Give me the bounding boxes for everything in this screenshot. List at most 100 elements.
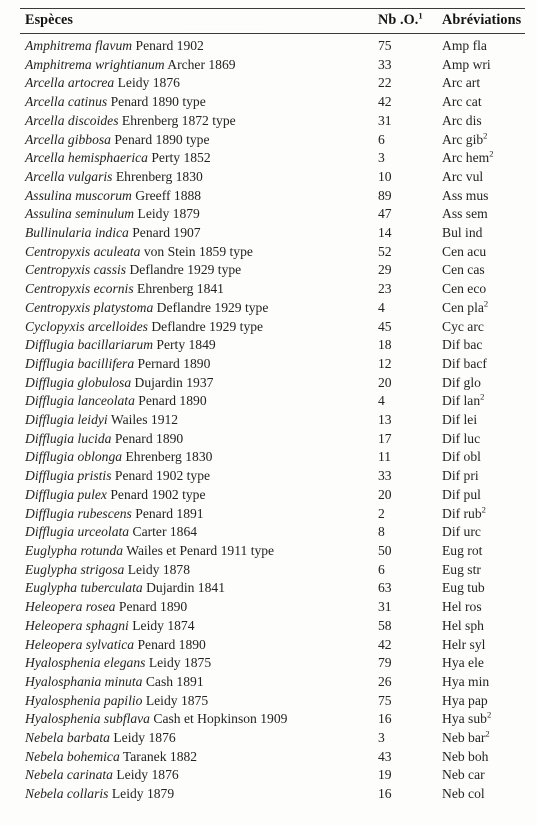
cell-count: 31: [378, 599, 392, 615]
cell-abbreviation: Amp wri: [437, 56, 525, 75]
cell-abbreviation: Hya pap: [437, 692, 525, 711]
cell-species: Hyalosphania minuta Cash 1891: [20, 673, 375, 692]
species-authority: Penard 1890: [137, 636, 206, 652]
species-binomial: Cyclopyxis arcelloides: [25, 318, 148, 334]
cell-count: 58: [378, 617, 392, 633]
table-row: Arcella catinus Penard 1890 type 42 Arc ca…: [20, 93, 525, 112]
cell-abbreviation: Arc hem2: [437, 149, 525, 168]
cell-count: 50: [378, 542, 392, 558]
abbreviation-label: Cen acu: [442, 243, 487, 259]
column-header-count: Nb .O.1: [375, 8, 437, 34]
table-row: Amphitrema flavum Penard 1902 75 Amp fla: [20, 34, 525, 56]
cell-species: Heleopera sylvatica Penard 1890: [20, 636, 375, 655]
table-row: Difflugia oblonga Ehrenberg 1830 11 Dif ob…: [20, 448, 525, 467]
species-authority: Leidy 1875: [148, 655, 212, 671]
document-page: Espèces Nb .O.1 Abréviations Amphitrema …: [0, 0, 537, 825]
cell-abbreviation: Hya sub2: [437, 710, 525, 729]
species-authority: Wailes 1912: [110, 412, 179, 428]
species-binomial: Euglypha strigosa: [25, 561, 125, 577]
cell-abbreviation: Bul ind: [437, 224, 525, 243]
cell-species: Difflugia rubescens Penard 1891: [20, 505, 375, 524]
cell-count: 13: [378, 412, 392, 428]
cell-species: Nebela barbata Leidy 1876: [20, 729, 375, 748]
species-authority: Penard 1902: [135, 38, 204, 53]
cell-count: 18: [378, 337, 392, 353]
species-authority: Ehrenberg 1872 type: [121, 112, 236, 128]
cell-abbreviation: Cen pla2: [437, 299, 525, 318]
species-binomial: Centropyxis ecornis: [25, 281, 134, 297]
cell-abbreviation: Cyc arc: [437, 318, 525, 337]
cell-abbreviation: Dif rub2: [437, 505, 525, 524]
species-authority: Pernard 1890: [137, 355, 211, 371]
cell-species: Heleopera rosea Penard 1890: [20, 598, 375, 617]
cell-species: Arcella vulgaris Ehrenberg 1830: [20, 168, 375, 187]
table-row: Euglypha rotunda Wailes et Penard 1911 t…: [20, 542, 525, 561]
species-authority: Deflandre 1929 type: [156, 299, 269, 315]
cell-count: 16: [378, 711, 392, 727]
table-row: Arcella discoides Ehrenberg 1872 type 31 A…: [20, 112, 525, 131]
cell-count: 22: [378, 75, 392, 91]
abbreviation-label: Cen pla: [442, 299, 484, 315]
cell-abbreviation: Hya ele: [437, 654, 525, 673]
table-row: Euglypha tuberculata Dujardin 1841 63 Eug …: [20, 579, 525, 598]
table-row: Hyalosphenia subflava Cash et Hopkinson …: [20, 710, 525, 729]
species-binomial: Heleopera rosea: [25, 599, 116, 615]
abbreviation-label: Neb boh: [442, 748, 489, 764]
cell-abbreviation: Neb car: [437, 766, 525, 785]
abbreviation-label: Hel sph: [442, 617, 484, 633]
cell-count: 4: [378, 393, 385, 409]
cell-species: Nebela collaris Leidy 1879: [20, 785, 375, 804]
cell-count: 6: [378, 561, 385, 577]
cell-species: Assulina muscorum Greeff 1888: [20, 187, 375, 206]
species-binomial: Arcella gibbosa: [25, 131, 111, 147]
abbreviation-label: Arc dis: [442, 112, 482, 128]
abbreviation-label: Dif luc: [442, 430, 481, 446]
cell-abbreviation: Arc gib2: [437, 131, 525, 150]
cell-species: Euglypha tuberculata Dujardin 1841: [20, 579, 375, 598]
table-row: Arcella artocrea Leidy 1876 22 Arc art: [20, 74, 525, 93]
species-binomial: Difflugia bacillifera: [25, 355, 135, 371]
abbreviation-label: Neb car: [442, 767, 485, 783]
abbreviation-label: Arc hem: [442, 150, 490, 166]
species-binomial: Difflugia globulosa: [25, 374, 132, 390]
cell-species: Heleopera sphagni Leidy 1874: [20, 617, 375, 636]
cell-species: Bullinularia indica Penard 1907: [20, 224, 375, 243]
cell-count: 52: [378, 243, 392, 259]
cell-abbreviation: Cen eco: [437, 280, 525, 299]
table-row: Arcella gibbosa Penard 1890 type 6 Arc gib…: [20, 131, 525, 150]
species-authority: Deflandre 1929 type: [129, 262, 242, 278]
abbreviation-footnote-marker: 2: [485, 728, 490, 739]
abbreviation-label: Arc vul: [442, 168, 484, 184]
cell-species: Centropyxis aculeata von Stein 1859 type: [20, 243, 375, 262]
cell-abbreviation: Dif urc: [437, 523, 525, 542]
species-authority: Greeff 1888: [135, 187, 202, 203]
cell-count: 23: [378, 281, 392, 297]
cell-abbreviation: Neb col: [437, 785, 525, 804]
species-authority: von Stein 1859 type: [143, 243, 253, 259]
cell-count: 20: [378, 374, 392, 390]
cell-abbreviation: Helr syl: [437, 636, 525, 655]
abbreviation-label: Hel ros: [442, 599, 482, 615]
species-binomial: Bullinularia indica: [25, 225, 129, 241]
abbreviation-label: Neb col: [442, 786, 485, 802]
cell-count: 6: [378, 131, 385, 147]
cell-count: 8: [378, 524, 385, 540]
cell-abbreviation: Dif luc: [437, 430, 525, 449]
species-binomial: Difflugia bacillariarum: [25, 337, 154, 353]
species-binomial: Hyalosphenia elegans: [25, 655, 146, 671]
cell-abbreviation: Hel sph: [437, 617, 525, 636]
cell-count: 33: [378, 56, 392, 72]
cell-species: Nebela bohemica Taranek 1882: [20, 748, 375, 767]
cell-species: Arcella catinus Penard 1890 type: [20, 93, 375, 112]
cell-abbreviation: Neb bar2: [437, 729, 525, 748]
table-row: Difflugia pristis Penard 1902 type 33 Dif …: [20, 467, 525, 486]
table-row: Heleopera rosea Penard 1890 31 Hel ros: [20, 598, 525, 617]
species-authority: Dujardin 1937: [134, 374, 214, 390]
cell-species: Centropyxis platystoma Deflandre 1929 ty…: [20, 299, 375, 318]
abbreviation-label: Dif lei: [442, 412, 478, 428]
cell-species: Arcella discoides Ehrenberg 1872 type: [20, 112, 375, 131]
species-authority: Dujardin 1841: [146, 580, 225, 596]
abbreviation-label: Dif glo: [442, 374, 481, 390]
cell-abbreviation: Arc dis: [437, 112, 525, 131]
table-row: Hyalosphenia elegans Leidy 1875 79 Hya ele: [20, 654, 525, 673]
